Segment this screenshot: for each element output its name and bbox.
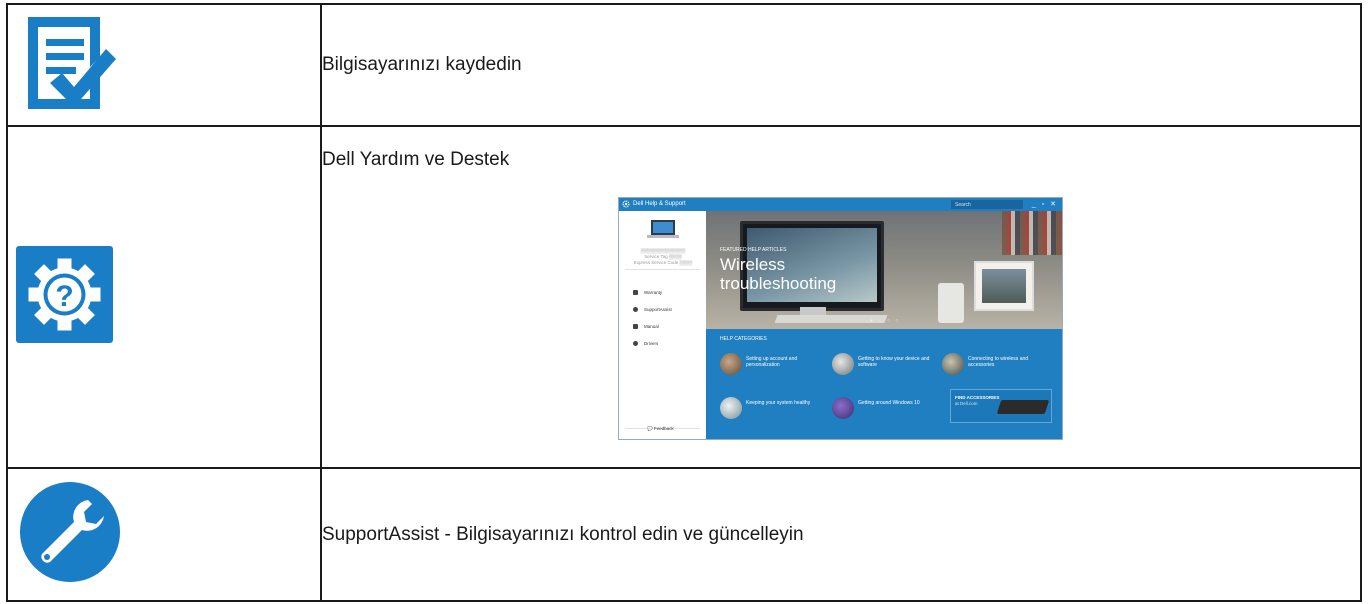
- help-support-text: Dell Yardım ve Destek: [322, 149, 510, 170]
- accessories-title: FIND ACCESSORIES: [955, 395, 1000, 400]
- nav-drivers[interactable]: Drivers: [633, 341, 658, 349]
- icon-cell: [6, 467, 322, 602]
- laptop-icon: [647, 220, 679, 238]
- help-gear-icon: ?: [16, 246, 320, 348]
- nav-warranty[interactable]: Warranty: [633, 290, 662, 298]
- feedback-link[interactable]: 💬 Feedback: [647, 426, 674, 432]
- svg-text:?: ?: [55, 280, 73, 313]
- manual-icon: [633, 324, 638, 330]
- carousel-dots[interactable]: ● ○ ○ ○: [870, 318, 900, 324]
- featured-title: Wireless troubleshooting: [720, 255, 837, 293]
- photo-frame-image: [974, 261, 1034, 311]
- dell-help-support-screenshot: Dell Help & Support Search _ ▫ ✕ ▒▒▒▒▒▒▒…: [618, 197, 1063, 440]
- service-tag: Service Tag ▒▒▒▒: [644, 254, 682, 259]
- speaker-image: [938, 283, 964, 323]
- gear-icon: [622, 200, 630, 208]
- bookshelf-image: [1002, 211, 1062, 255]
- supportassist-text: SupportAssist - Bilgisayarınızı kontrol …: [320, 467, 1362, 602]
- search-placeholder: Search: [955, 202, 971, 208]
- icon-cell: ?: [6, 125, 322, 469]
- express-code: Express Service Code ▒▒▒▒: [633, 260, 693, 265]
- featured-article-banner[interactable]: FEATURED HELP ARTICLES Wireless troubles…: [706, 211, 1062, 329]
- divider: [625, 269, 700, 270]
- keyboard-image: [996, 400, 1050, 414]
- app-titlebar: Dell Help & Support Search _ ▫ ✕: [619, 198, 1062, 211]
- drivers-icon: [633, 341, 638, 347]
- help-categories: HELP CATEGORIES Setting up account and p…: [706, 329, 1062, 439]
- nav-supportassist[interactable]: SupportAssist: [633, 307, 672, 315]
- search-input[interactable]: Search: [951, 200, 1023, 209]
- window-controls[interactable]: _ ▫ ✕: [1032, 200, 1058, 208]
- register-checklist-icon: [16, 13, 320, 118]
- nav-manual[interactable]: Manual: [633, 324, 659, 332]
- app-sidebar: ▒▒▒▒▒▒▒▒▒▒▒▒▒▒ Service Tag ▒▒▒▒ Express …: [619, 211, 706, 439]
- featured-label: FEATURED HELP ARTICLES: [720, 247, 787, 253]
- find-accessories-tile[interactable]: FIND ACCESSORIES at Dell.com: [950, 389, 1052, 423]
- categories-header: HELP CATEGORIES: [720, 336, 767, 342]
- supportassist-icon: [633, 307, 638, 313]
- wrench-icon: [18, 480, 320, 589]
- table-row: SupportAssist - Bilgisayarınızı kontrol …: [6, 467, 1362, 602]
- app-title: Dell Help & Support: [633, 201, 686, 207]
- warranty-icon: [633, 290, 638, 296]
- accessories-subtitle: at Dell.com: [955, 401, 978, 406]
- table-row: Bilgisayarınızı kaydedin: [6, 3, 1362, 127]
- device-name-blurred: ▒▒▒▒▒▒▒▒▒▒▒▒▒▒: [640, 248, 686, 253]
- icon-cell: [6, 3, 322, 127]
- register-text: Bilgisayarınızı kaydedin: [320, 3, 1362, 127]
